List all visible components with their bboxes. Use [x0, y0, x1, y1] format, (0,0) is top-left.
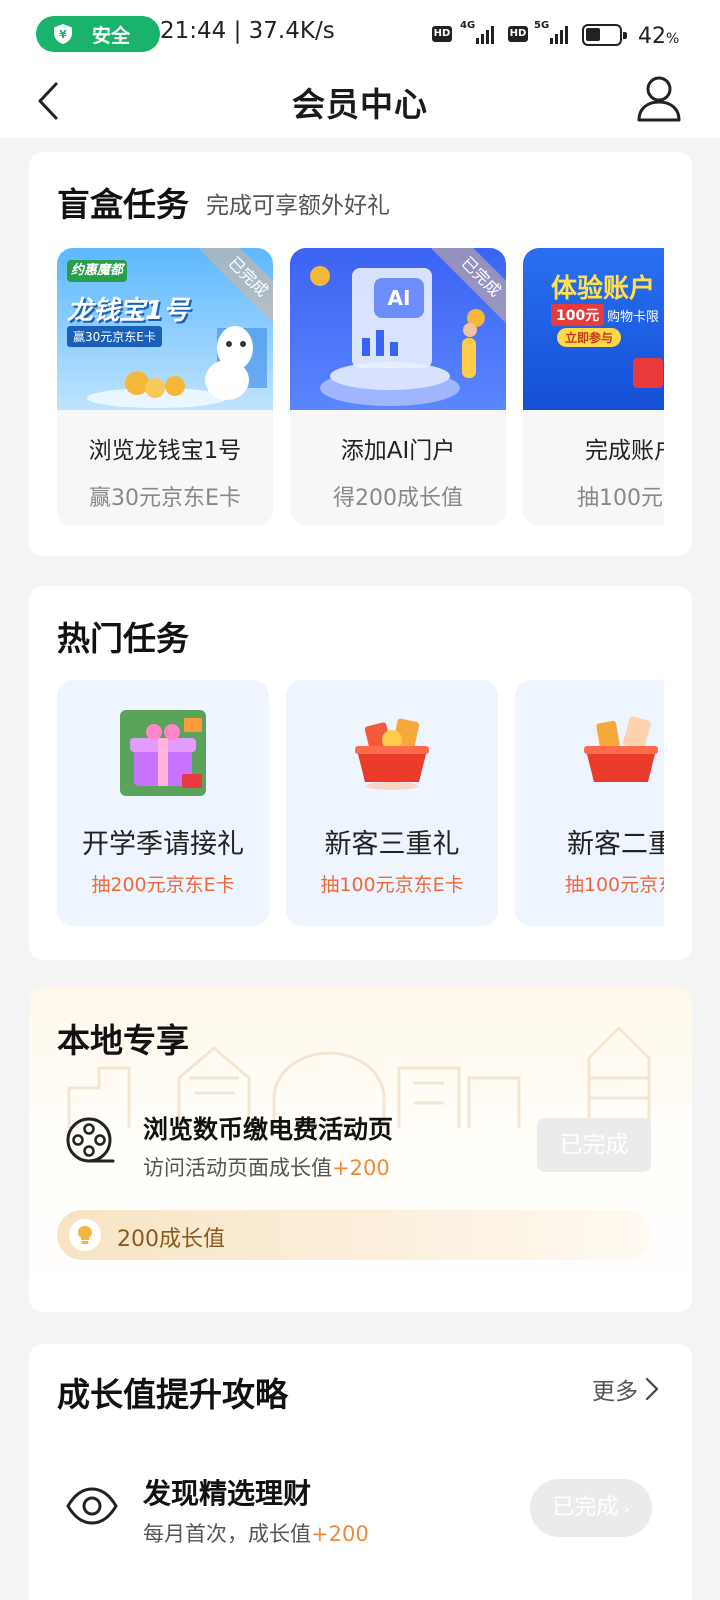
- security-badge[interactable]: ¥ 安全: [36, 16, 160, 52]
- battery-icon: [582, 24, 627, 46]
- task-description: 每月首次，成长值+200: [143, 1522, 369, 1546]
- hd-icon: HD: [432, 26, 452, 42]
- blind-box-item[interactable]: 体验账户 100元 购物卡限 立即参与 完成账户 抽100元京: [523, 248, 664, 526]
- task-reward: 赢30元京东E卡: [89, 486, 241, 511]
- user-icon[interactable]: [636, 74, 682, 124]
- local-exclusive-section: 本地专享 浏览数币缴电费活动页 访问活动页面成长值+200 已完成 200成长值: [29, 988, 692, 1312]
- task-name: 发现精选理财: [143, 1477, 312, 1510]
- hot-tasks-section: 热门任务 开学季请接礼 抽200元京东E卡 新客三重礼 抽100元京东E卡 新客…: [29, 586, 692, 960]
- blind-box-item[interactable]: 约惠魔都 龙钱宝1号 赢30元京东E卡 已完成 浏览龙钱宝1号 赢30元京东E卡: [57, 248, 273, 526]
- more-link[interactable]: 更多: [592, 1372, 660, 1406]
- time-and-speed: 21:44 | 37.4K/s: [160, 18, 335, 44]
- banner-headline: 体验账户: [551, 274, 656, 304]
- task-reward: 抽100元京东: [564, 874, 664, 896]
- more-label: 更多: [592, 1379, 638, 1405]
- banner-headline: AI: [374, 278, 424, 318]
- status-bar: ¥ 安全 21:44 | 37.4K/s HD 4G HD 5G 42%: [0, 0, 720, 66]
- network-type-label: 4G: [460, 20, 476, 31]
- task-name: 新客二重: [567, 829, 664, 860]
- task-name: 浏览数币缴电费活动页: [143, 1115, 394, 1144]
- banner-caption: 100元: [551, 304, 605, 326]
- task-name: 添加AI门户: [340, 438, 456, 464]
- chevron-right-icon: [645, 1377, 659, 1401]
- section-title: 盲盒任务: [57, 185, 189, 224]
- lightbulb-icon: [69, 1219, 101, 1251]
- signal-bars-icon: [550, 24, 568, 44]
- red-gift-basket-icon: [355, 718, 429, 790]
- blind-box-section: 盲盒任务 完成可享额外好礼 约惠魔都 龙钱宝1号 赢30元京东E卡 已完成 浏览…: [29, 152, 692, 556]
- hot-task-item[interactable]: 开学季请接礼 抽200元京东E卡: [57, 680, 269, 926]
- blind-box-list[interactable]: 约惠魔都 龙钱宝1号 赢30元京东E卡 已完成 浏览龙钱宝1号 赢30元京东E卡…: [57, 248, 664, 526]
- section-title: 热门任务: [57, 619, 189, 658]
- section-title: 成长值提升攻略: [57, 1375, 288, 1414]
- hot-task-item[interactable]: 新客二重 抽100元京东: [515, 680, 664, 926]
- signal-bars-icon: [476, 24, 494, 44]
- eye-icon: [66, 1487, 118, 1525]
- section-subtitle: 完成可享额外好礼: [206, 193, 390, 219]
- task-reward: 抽200元京东E卡: [91, 874, 235, 896]
- section-title: 本地专享: [57, 1021, 189, 1060]
- task-name: 新客三重礼: [324, 829, 460, 860]
- task-name: 完成账户: [585, 438, 664, 464]
- reward-bar: 200成长值: [57, 1210, 651, 1260]
- growth-strategy-section: 成长值提升攻略 更多 发现精选理财 每月首次，成长值+200 已完成 ›: [29, 1344, 692, 1600]
- hot-task-item[interactable]: 新客三重礼 抽100元京东E卡: [286, 680, 498, 926]
- task-reward: 抽100元京: [577, 486, 664, 511]
- battery-percent: 42%: [638, 24, 680, 49]
- hd-icon: HD: [508, 26, 528, 42]
- hot-tasks-list[interactable]: 开学季请接礼 抽200元京东E卡 新客三重礼 抽100元京东E卡 新客二重 抽1…: [57, 680, 664, 926]
- red-gift-basket-icon: [584, 716, 658, 782]
- nav-header: 会员中心: [0, 66, 720, 138]
- reward-text: 200成长值: [117, 1227, 225, 1252]
- growth-plus-value: +200: [311, 1522, 369, 1546]
- task-description: 访问活动页面成长值+200: [143, 1156, 390, 1180]
- task-name: 开学季请接礼: [82, 829, 244, 860]
- banner-tag: 约惠魔都: [67, 260, 127, 282]
- banner-caption: 赢30元京东E卡: [67, 326, 162, 347]
- status-indicators: HD 4G HD 5G 42%: [430, 14, 720, 54]
- gift-box-icon: [120, 710, 206, 796]
- completed-button[interactable]: 已完成: [537, 1118, 651, 1172]
- growth-plus-value: +200: [332, 1156, 390, 1180]
- svg-text:¥: ¥: [59, 28, 67, 41]
- film-reel-icon: [66, 1117, 115, 1163]
- banner-button: 立即参与: [557, 328, 622, 347]
- completed-button[interactable]: 已完成 ›: [530, 1479, 652, 1537]
- task-reward: 得200成长值: [333, 486, 463, 511]
- shield-icon: ¥: [54, 24, 72, 44]
- blind-box-item[interactable]: AI 已完成 添加AI门户 得200成长值: [290, 248, 506, 526]
- network-type-label: 5G: [534, 20, 550, 31]
- security-label: 安全: [92, 24, 131, 47]
- banner-headline: 龙钱宝1号: [67, 296, 190, 326]
- task-reward: 抽100元京东E卡: [320, 874, 464, 896]
- page-title: 会员中心: [292, 85, 428, 124]
- banner-caption-2: 购物卡限: [607, 310, 660, 325]
- task-name: 浏览龙钱宝1号: [88, 438, 242, 464]
